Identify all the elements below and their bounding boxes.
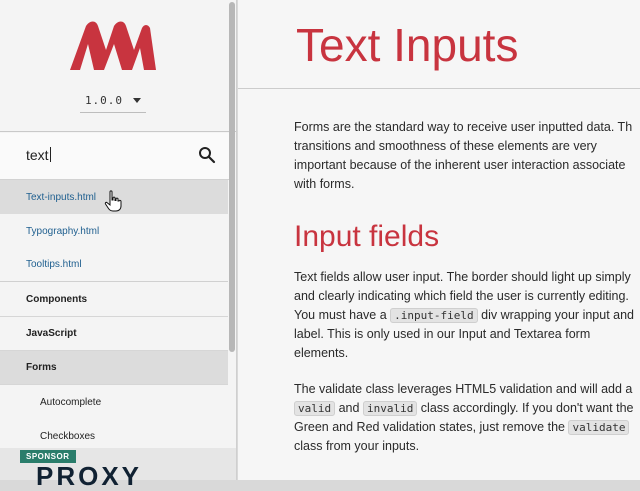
inline-code: .input-field: [390, 308, 478, 323]
text-line: with forms.: [294, 177, 355, 191]
sidebar-item-javascript[interactable]: JavaScript: [0, 317, 228, 351]
text-line: transitions and smoothness of these elem…: [294, 139, 597, 153]
text-line: Green and Red validation states, just re…: [294, 418, 640, 437]
page-title: Text Inputs: [296, 19, 519, 71]
inline-code: invalid: [362, 401, 418, 416]
text-fragment: div wrapping your input and: [481, 308, 634, 322]
input-fields-paragraph: Text fields allow user input. The border…: [294, 268, 640, 363]
sidebar-item-label: Components: [26, 294, 88, 305]
sidebar-item-components[interactable]: Components: [0, 283, 228, 317]
text-line: and clearly indicating which field the u…: [294, 289, 629, 303]
search-result-label: Text-inputs.html: [26, 191, 97, 203]
materialize-logo[interactable]: [64, 20, 160, 72]
sidebar-item-label: JavaScript: [26, 328, 77, 339]
divider: [238, 88, 640, 89]
inline-code: valid: [294, 401, 336, 416]
sidebar-scrollbar[interactable]: [229, 2, 235, 352]
sidebar-item-label: Forms: [26, 362, 57, 373]
sidebar-subitem-autocomplete[interactable]: Autocomplete: [0, 385, 228, 419]
search-input[interactable]: text: [26, 147, 51, 163]
text-line: valid and invalid class accordingly. If …: [294, 399, 640, 418]
sidebar-item-label: Checkboxes: [40, 430, 96, 442]
text-fragment: You must have a: [294, 308, 387, 322]
text-line: important because of the inherent user i…: [294, 158, 626, 172]
search-result-label: Typography.html: [26, 225, 100, 237]
sidebar-item-label: Autocomplete: [40, 396, 102, 408]
sidebar: 1.0.0 text Text-inputs.html Typography.h…: [0, 0, 237, 491]
section-heading: Input fields: [294, 220, 440, 253]
text-fragment: and: [338, 401, 360, 415]
text-line: You must have a .input-field div wrappin…: [294, 306, 640, 325]
text-line: elements.: [294, 346, 349, 360]
search-result-tooltips[interactable]: Tooltips.html: [0, 248, 228, 282]
sidebar-item-forms[interactable]: Forms: [0, 351, 228, 385]
validate-paragraph: The validate class leverages HTML5 valid…: [294, 380, 640, 456]
version-select[interactable]: 1.0.0: [80, 88, 146, 113]
main-content: Text Inputs Forms are the standard way t…: [238, 0, 640, 480]
search-icon[interactable]: [198, 146, 216, 164]
text-fragment: Green and Red validation states, just re…: [294, 420, 565, 434]
version-label: 1.0.0: [84, 93, 124, 107]
hand-pointer-icon: [104, 190, 122, 212]
text-fragment: class accordingly. If you don't want the: [420, 401, 634, 415]
search-bar: text: [0, 133, 230, 180]
divider: [0, 131, 236, 132]
text-line: The validate class leverages HTML5 valid…: [294, 382, 633, 396]
search-result-label: Tooltips.html: [26, 259, 82, 270]
inline-code: validate: [568, 420, 630, 435]
sponsor-logo-text[interactable]: PROXY: [36, 461, 142, 491]
text-line: class from your inputs.: [294, 439, 420, 453]
caret-down-icon: [133, 97, 142, 103]
intro-paragraph: Forms are the standard way to receive us…: [294, 118, 640, 194]
search-result-typography[interactable]: Typography.html: [0, 214, 228, 248]
text-line: Forms are the standard way to receive us…: [294, 120, 633, 134]
text-line: label. This is only used in our Input an…: [294, 327, 591, 341]
text-line: Text fields allow user input. The border…: [294, 270, 631, 284]
